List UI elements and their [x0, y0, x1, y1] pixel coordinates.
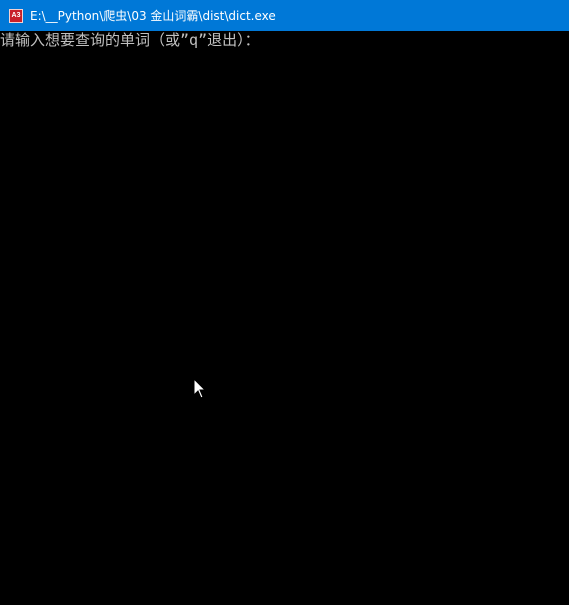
console-output-area[interactable]: 请输入想要查询的单词（或”q”退出）： — [0, 31, 569, 605]
app-icon-glyph: A3 — [11, 12, 21, 19]
window-title: E:\__Python\爬虫\03 金山词霸\dist\dict.exe — [30, 8, 276, 23]
console-app-icon[interactable]: A3 — [9, 8, 23, 23]
title-bar[interactable]: A3 E:\__Python\爬虫\03 金山词霸\dist\dict.exe — [0, 0, 569, 31]
console-window: A3 E:\__Python\爬虫\03 金山词霸\dist\dict.exe … — [0, 0, 569, 605]
console-prompt-line: 请输入想要查询的单词（或”q”退出）： — [0, 31, 260, 49]
mouse-pointer-icon — [193, 378, 207, 399]
